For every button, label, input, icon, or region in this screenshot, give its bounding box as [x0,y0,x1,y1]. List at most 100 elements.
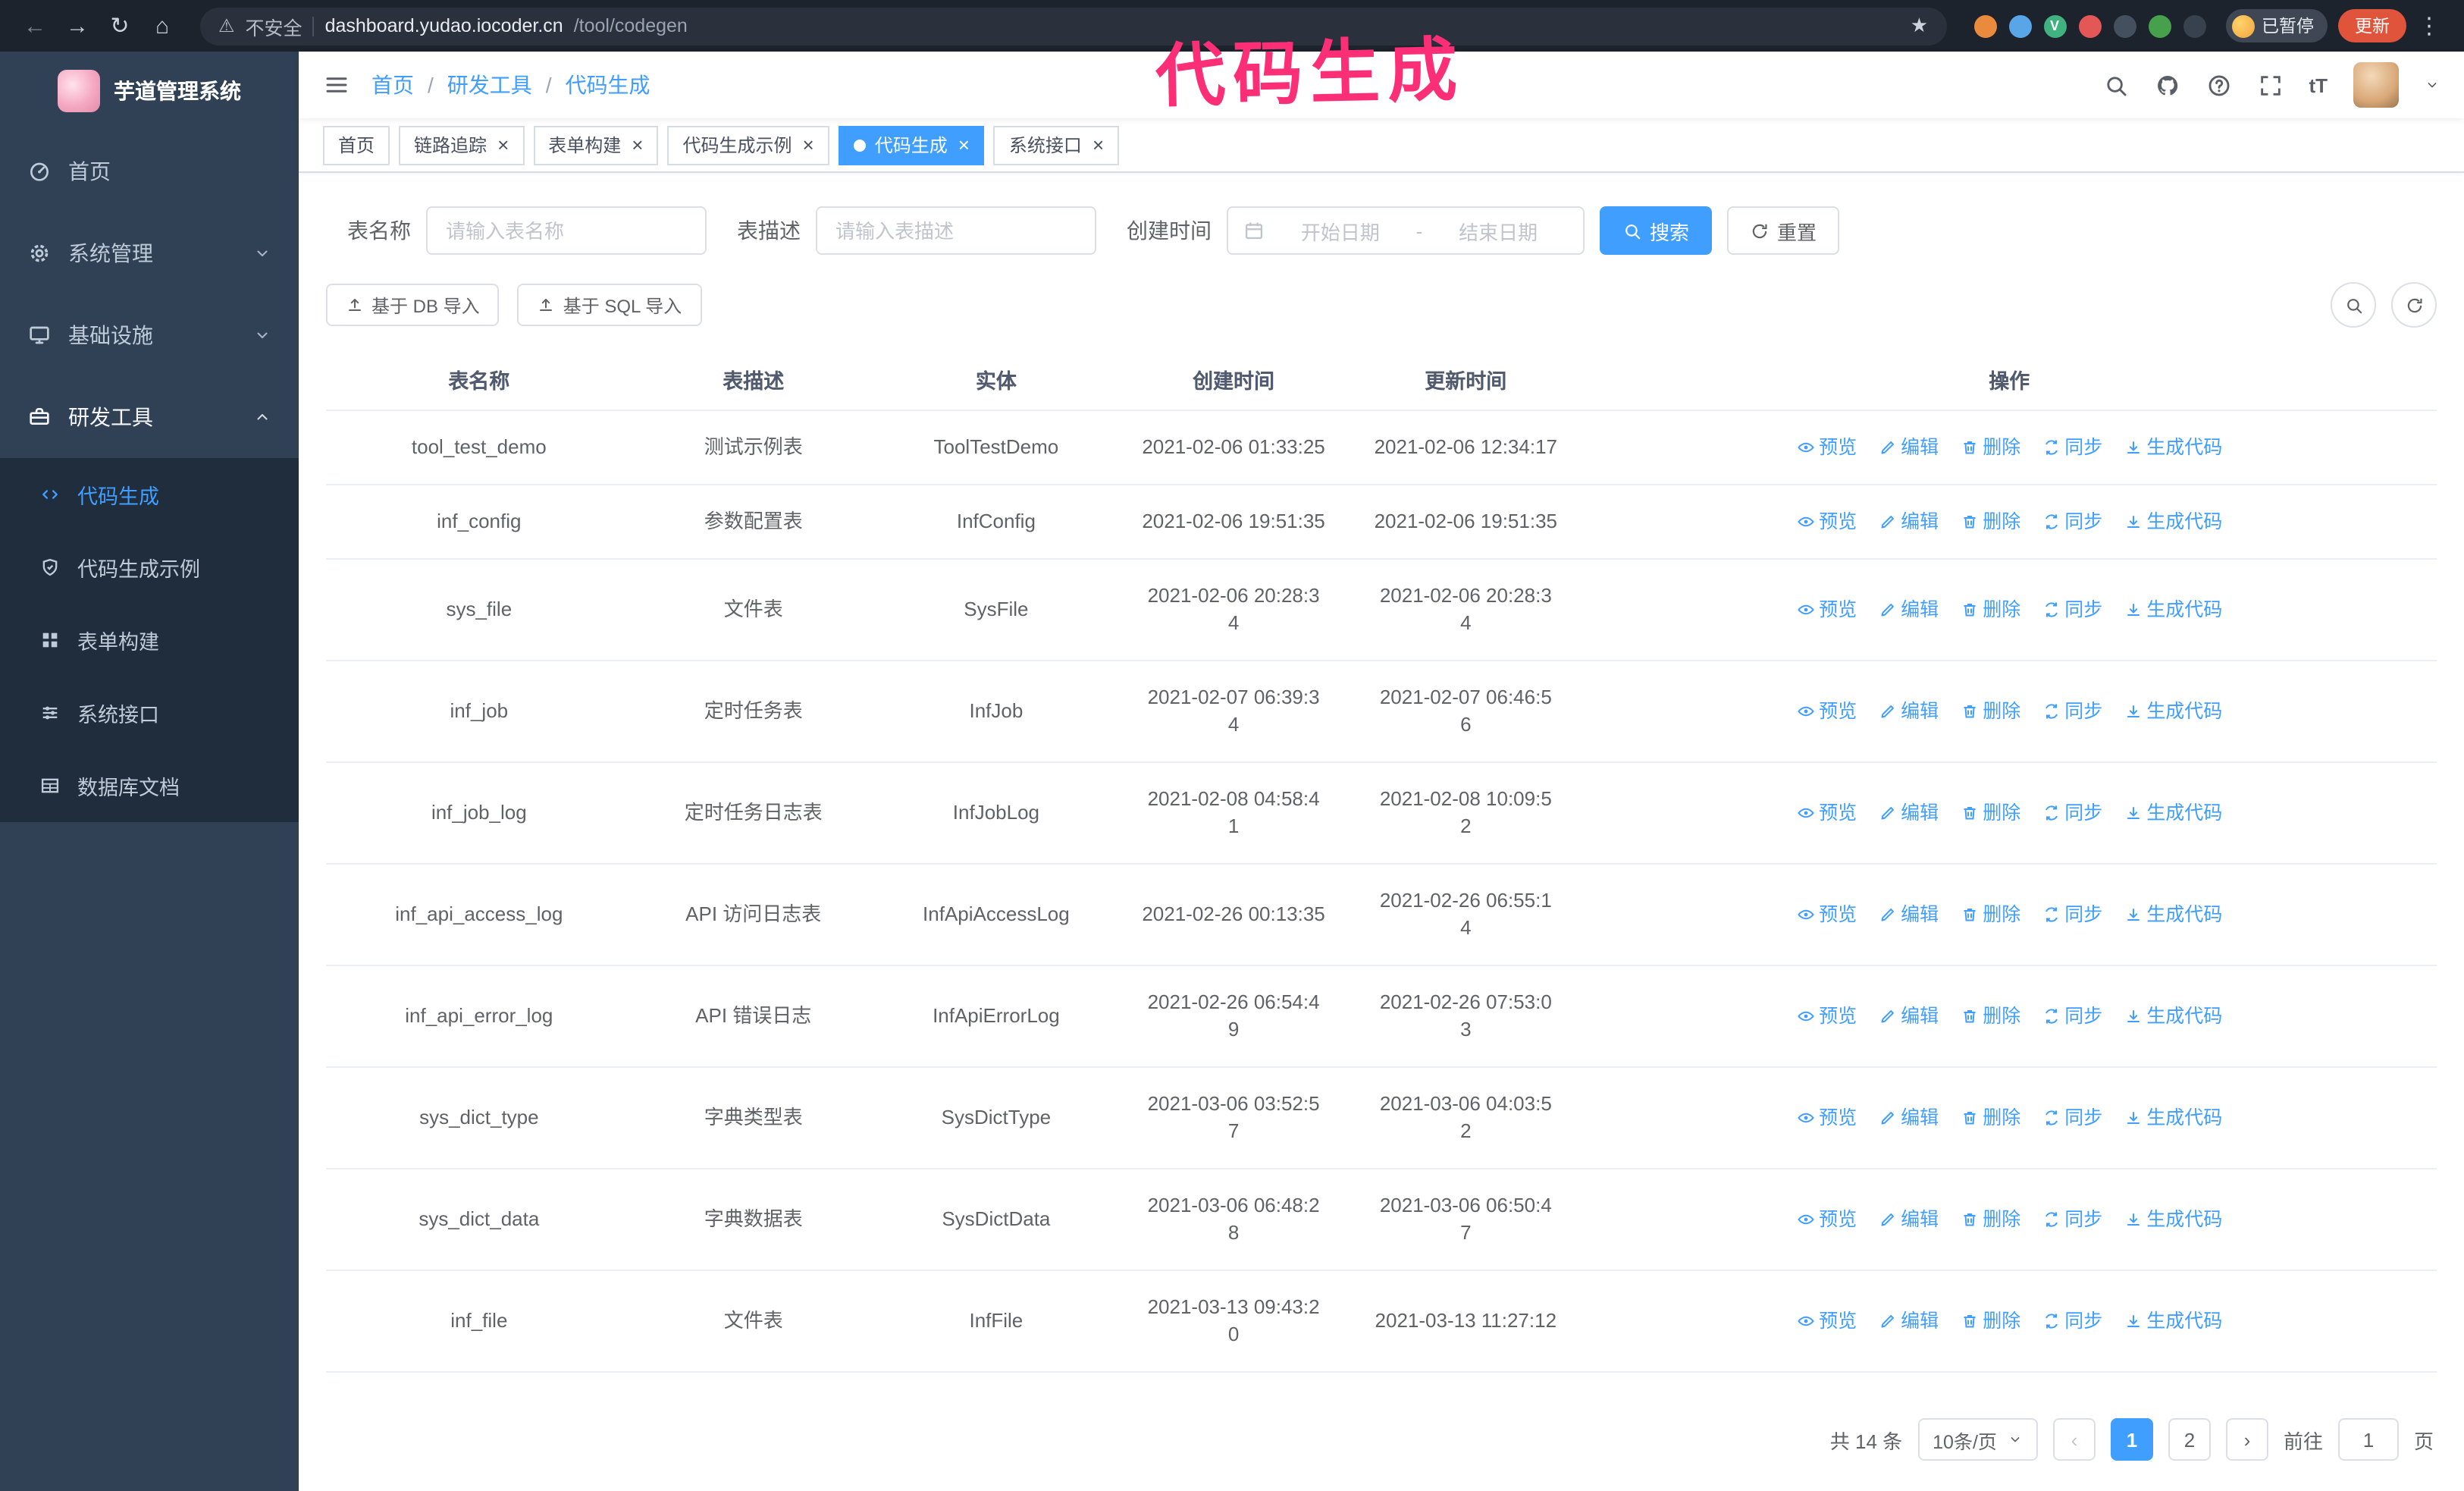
delete-link[interactable]: 删除 [1960,698,2020,725]
edit-link[interactable]: 编辑 [1878,434,1939,461]
forward-button[interactable]: → [58,13,97,39]
preview-link[interactable]: 预览 [1796,1003,1857,1030]
edit-link[interactable]: 编辑 [1878,1003,1939,1030]
generate-code-link[interactable]: 生成代码 [2124,1307,2222,1335]
fullscreen-icon[interactable] [2257,72,2283,98]
chevron-down-icon[interactable] [2425,77,2440,93]
tab-5[interactable]: 系统接口 × [993,125,1120,165]
delete-link[interactable]: 删除 [1960,901,2020,928]
extension-icon[interactable] [2183,14,2205,37]
generate-code-link[interactable]: 生成代码 [2124,901,2222,928]
edit-link[interactable]: 编辑 [1878,508,1939,535]
preview-link[interactable]: 预览 [1796,799,1857,827]
extension-icon[interactable] [2008,14,2031,37]
table-desc-input[interactable] [816,206,1096,255]
goto-page-input[interactable] [2337,1418,2399,1461]
tab-3[interactable]: 代码生成示例 × [667,125,829,165]
sidebar-item-infrastructure[interactable]: 基础设施 [0,294,299,376]
preview-link[interactable]: 预览 [1796,508,1857,535]
sidebar-subitem-codegen[interactable]: 代码生成 [0,458,299,531]
sync-link[interactable]: 同步 [2042,799,2102,827]
preview-link[interactable]: 预览 [1796,1307,1857,1335]
help-icon[interactable] [2205,72,2231,98]
delete-link[interactable]: 删除 [1960,434,2020,461]
edit-link[interactable]: 编辑 [1878,596,1939,623]
edit-link[interactable]: 编辑 [1878,698,1939,725]
import-sql-button[interactable]: 基于 SQL 导入 [517,284,702,326]
create-time-range-picker[interactable]: 开始日期 - 结束日期 [1227,206,1585,255]
close-tab-icon[interactable]: × [497,135,509,155]
tab-2[interactable]: 表单构建 × [533,125,659,165]
page-button-2[interactable]: 2 [2168,1418,2211,1461]
github-icon[interactable] [2154,72,2180,98]
sidebar-subitem-form-builder[interactable]: 表单构建 [0,604,299,676]
tab-0[interactable]: 首页 [323,125,390,165]
delete-link[interactable]: 删除 [1960,1307,2020,1335]
breadcrumb-home[interactable]: 首页 [371,70,414,100]
close-tab-icon[interactable]: × [958,135,970,155]
refresh-table-button[interactable] [2391,282,2437,328]
edit-link[interactable]: 编辑 [1878,1307,1939,1335]
url-bar[interactable]: ⚠ 不安全 dashboard.yudao.iocoder.cn /tool/c… [200,7,1946,45]
extension-icon[interactable] [2148,14,2171,37]
page-button-1[interactable]: 1 [2110,1418,2153,1461]
generate-code-link[interactable]: 生成代码 [2124,596,2222,623]
sidebar-item-home[interactable]: 首页 [0,130,299,212]
tab-1[interactable]: 链路追踪 × [399,125,525,165]
extension-icon[interactable] [1973,14,1996,37]
chrome-menu-icon[interactable]: ⋮ [2409,12,2449,39]
home-button[interactable]: ⌂ [143,13,182,39]
generate-code-link[interactable]: 生成代码 [2124,1104,2222,1132]
extension-icon[interactable] [2078,14,2101,37]
user-avatar[interactable] [2353,62,2399,108]
delete-link[interactable]: 删除 [1960,596,2020,623]
generate-code-link[interactable]: 生成代码 [2124,434,2222,461]
delete-link[interactable]: 删除 [1960,1104,2020,1132]
page-size-select[interactable]: 10条/页 [1917,1418,2038,1461]
delete-link[interactable]: 删除 [1960,799,2020,827]
delete-link[interactable]: 删除 [1960,508,2020,535]
generate-code-link[interactable]: 生成代码 [2124,1206,2222,1233]
preview-link[interactable]: 预览 [1796,434,1857,461]
sidebar-subitem-codegen-example[interactable]: 代码生成示例 [0,531,299,604]
reload-button[interactable]: ↻ [100,12,140,39]
edit-link[interactable]: 编辑 [1878,1104,1939,1132]
preview-link[interactable]: 预览 [1796,1206,1857,1233]
bookmark-star-icon[interactable]: ★ [1911,14,1928,38]
extension-icon[interactable]: V [2043,14,2066,37]
reset-button[interactable]: 重置 [1727,206,1840,255]
generate-code-link[interactable]: 生成代码 [2124,799,2222,827]
profile-paused-badge[interactable]: 已暂停 [2225,9,2328,42]
delete-link[interactable]: 删除 [1960,1003,2020,1030]
breadcrumb-devtools[interactable]: 研发工具 [447,70,532,100]
font-size-icon[interactable]: tT [2309,74,2328,96]
sync-link[interactable]: 同步 [2042,508,2102,535]
generate-code-link[interactable]: 生成代码 [2124,698,2222,725]
sync-link[interactable]: 同步 [2042,1206,2102,1233]
sidebar-subitem-db-doc[interactable]: 数据库文档 [0,749,299,822]
sidebar-subitem-api[interactable]: 系统接口 [0,676,299,749]
edit-link[interactable]: 编辑 [1878,901,1939,928]
extension-icon[interactable] [2113,14,2136,37]
sync-link[interactable]: 同步 [2042,698,2102,725]
app-logo[interactable]: 芋道管理系统 [0,52,299,130]
import-db-button[interactable]: 基于 DB 导入 [326,284,500,326]
collapse-sidebar-icon[interactable] [323,71,350,99]
generate-code-link[interactable]: 生成代码 [2124,1003,2222,1030]
sync-link[interactable]: 同步 [2042,1307,2102,1335]
search-button[interactable]: 搜索 [1600,206,1713,255]
close-tab-icon[interactable]: × [803,135,814,155]
sync-link[interactable]: 同步 [2042,596,2102,623]
preview-link[interactable]: 预览 [1796,596,1857,623]
search-icon[interactable] [2102,72,2128,98]
chrome-update-button[interactable]: 更新 [2338,9,2406,42]
edit-link[interactable]: 编辑 [1878,799,1939,827]
edit-link[interactable]: 编辑 [1878,1206,1939,1233]
sync-link[interactable]: 同步 [2042,434,2102,461]
sync-link[interactable]: 同步 [2042,1003,2102,1030]
preview-link[interactable]: 预览 [1796,698,1857,725]
sidebar-item-devtools[interactable]: 研发工具 [0,376,299,458]
prev-page-button[interactable]: ‹ [2052,1418,2096,1461]
delete-link[interactable]: 删除 [1960,1206,2020,1233]
back-button[interactable]: ← [15,13,55,39]
